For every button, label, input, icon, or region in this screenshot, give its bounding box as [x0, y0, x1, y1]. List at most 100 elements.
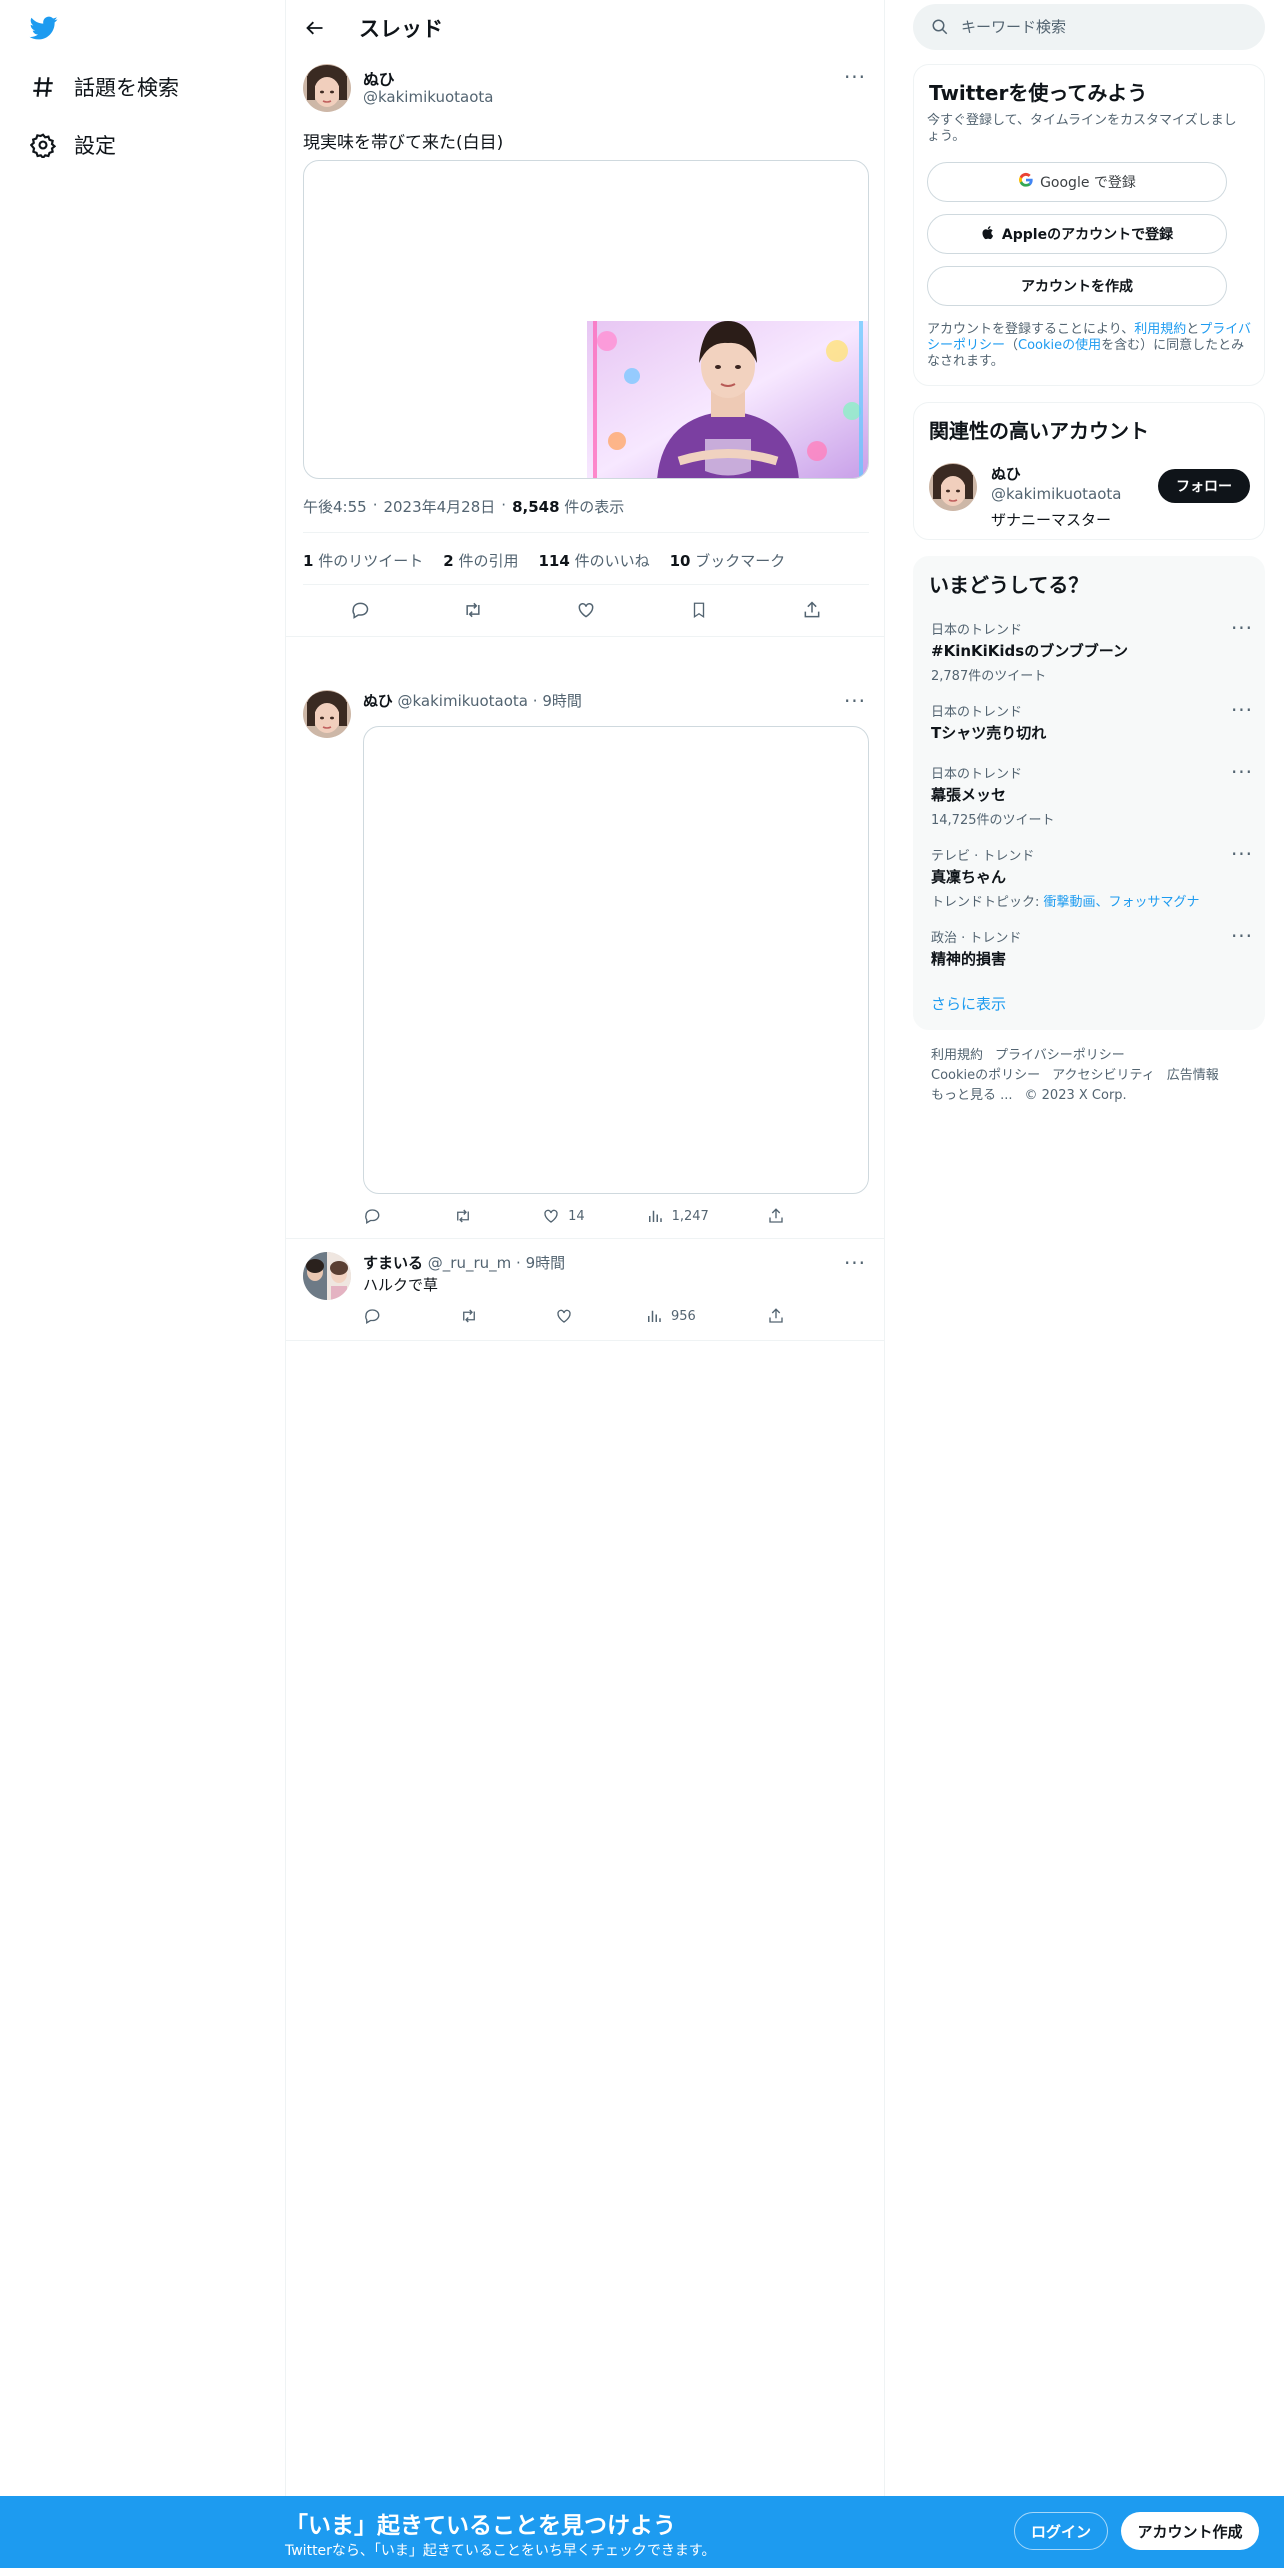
nav-item-explore[interactable]: 話題を検索 — [28, 67, 179, 107]
author-handle[interactable]: @kakimikuotaota — [363, 88, 493, 106]
footer-more-link[interactable]: もっと見る ... — [931, 1088, 1013, 1103]
thread-header: スレッド — [286, 0, 884, 54]
search-box[interactable] — [913, 4, 1265, 50]
create-account-button[interactable]: アカウントを作成 — [927, 266, 1227, 306]
reply-icon[interactable] — [363, 1207, 453, 1225]
trend-item[interactable]: 日本のトレンド #KinKiKidsのブンブブーン 2,787件のツイート ··… — [931, 616, 1252, 684]
trends-title: いまどうしてる？ — [929, 573, 1089, 597]
bottom-bar-title: 「いま」起きていることを見つけよう — [285, 2513, 676, 2539]
more-options-icon[interactable]: ··· — [1227, 757, 1257, 787]
footer-cookie-link[interactable]: Cookieのポリシー — [931, 1068, 1040, 1083]
views-button[interactable]: 1,247 — [646, 1207, 767, 1225]
related-account-handle[interactable]: @kakimikuotaota — [991, 485, 1121, 503]
divider — [303, 532, 869, 533]
divider — [286, 1238, 884, 1239]
more-options-icon[interactable]: ··· — [1227, 613, 1257, 643]
bookmarks-stat[interactable]: 10 ブックマーク — [670, 550, 786, 571]
reply-icon[interactable] — [343, 593, 377, 627]
reply-icon[interactable] — [363, 1307, 459, 1325]
like-icon[interactable] — [555, 1307, 645, 1325]
show-more-link[interactable]: さらに表示 — [931, 993, 1006, 1014]
twitter-logo-icon[interactable] — [28, 14, 64, 44]
retweet-icon[interactable] — [456, 593, 490, 627]
thread-column: スレッド ぬひ @kakimikuotaota ··· 現実味を帯びて来た(白目… — [285, 0, 885, 2496]
retweets-stat[interactable]: 1 件のリツイート — [303, 550, 423, 571]
footer-terms-link[interactable]: 利用規約 — [931, 1048, 983, 1063]
cookie-link[interactable]: Cookieの使用 — [1018, 338, 1101, 353]
more-options-icon[interactable]: ··· — [840, 62, 870, 92]
more-options-icon[interactable]: ··· — [840, 686, 870, 716]
back-arrow-icon[interactable] — [298, 11, 332, 45]
author-handle[interactable]: @_ru_ru_m — [428, 1254, 511, 1272]
login-button[interactable]: ログイン — [1014, 2512, 1108, 2550]
divider — [303, 584, 869, 585]
search-icon — [931, 18, 949, 36]
footer-privacy-link[interactable]: プライバシーポリシー — [995, 1048, 1125, 1063]
related-accounts-card: 関連性の高いアカウント ぬひ @kakimikuotaota ザナニーマスター … — [913, 402, 1265, 540]
google-icon — [1018, 172, 1034, 192]
google-signup-button[interactable]: Google で登録 — [927, 162, 1227, 202]
legal-notice: アカウントを登録することにより、利用規約とプライバシーポリシー（Cookieの使… — [927, 322, 1252, 369]
separator: · — [501, 496, 507, 514]
tweet-time[interactable]: 午後4:55 — [303, 496, 367, 517]
terms-link[interactable]: 利用規約 — [1134, 322, 1186, 337]
related-account-bio: ザナニーマスター — [991, 511, 1112, 529]
divider — [286, 1340, 884, 1341]
search-input[interactable] — [961, 18, 1241, 36]
reply-time[interactable]: 9時間 — [542, 692, 582, 710]
bookmark-icon[interactable] — [682, 593, 716, 627]
trend-item[interactable]: 日本のトレンド Tシャツ売り切れ ··· — [931, 698, 1252, 743]
avatar[interactable] — [303, 64, 351, 112]
left-navigation: 話題を検索 設定 — [0, 0, 285, 2496]
nav-item-settings[interactable]: 設定 — [28, 125, 116, 165]
apple-icon — [981, 224, 996, 245]
avatar[interactable] — [303, 690, 351, 738]
avatar[interactable] — [929, 463, 977, 511]
views-icon — [648, 1210, 662, 1222]
follow-button[interactable]: フォロー — [1158, 469, 1250, 503]
author-name[interactable]: ぬひ — [363, 66, 395, 90]
footer-ads-link[interactable]: 広告情報 — [1167, 1068, 1219, 1083]
footer-accessibility-link[interactable]: アクセシビリティ — [1052, 1068, 1155, 1083]
more-options-icon[interactable]: ··· — [840, 1248, 870, 1278]
trend-item[interactable]: テレビ · トレンド 真凜ちゃん トレンドトピック: 衝撃動画、フォッサマグナ … — [931, 842, 1252, 910]
more-options-icon[interactable]: ··· — [1227, 839, 1257, 869]
author-name[interactable]: すまいる — [363, 1254, 423, 1272]
separator: · — [372, 496, 378, 514]
signup-button[interactable]: アカウント作成 — [1121, 2512, 1259, 2550]
tweet-media[interactable] — [303, 160, 869, 479]
like-icon[interactable] — [569, 593, 603, 627]
views-button[interactable]: 956 — [645, 1307, 767, 1325]
hashtag-icon — [28, 72, 58, 102]
quotes-stat[interactable]: 2 件の引用 — [443, 550, 518, 571]
retweet-icon[interactable] — [459, 1307, 555, 1325]
share-icon[interactable] — [767, 1207, 793, 1225]
tweet-photo[interactable] — [587, 321, 868, 478]
more-options-icon[interactable]: ··· — [1227, 695, 1257, 725]
views-label: 件の表示 — [564, 498, 625, 516]
retweet-icon[interactable] — [453, 1207, 543, 1225]
reply-header: ぬひ @kakimikuotaota · 9時間 — [363, 690, 582, 711]
likes-stat[interactable]: 114 件のいいね — [538, 550, 649, 571]
apple-signup-button[interactable]: Appleのアカウントで登録 — [927, 214, 1227, 254]
avatar[interactable] — [303, 1252, 351, 1300]
author-name[interactable]: ぬひ — [363, 692, 393, 710]
trend-topic-links[interactable]: 衝撃動画、フォッサマグナ — [1044, 895, 1200, 910]
like-button[interactable]: 14 — [542, 1207, 645, 1225]
signup-card: Twitterを使ってみよう 今すぐ登録して、タイムラインをカスタマイズしましょ… — [913, 64, 1265, 386]
trend-item[interactable]: 日本のトレンド 幕張メッセ 14,725件のツイート ··· — [931, 760, 1252, 828]
tweet-stats: 1 件のリツイート 2 件の引用 114 件のいいね 10 ブックマーク — [303, 550, 785, 571]
tweet-date[interactable]: 2023年4月28日 — [383, 496, 495, 517]
views-count: 8,548 — [512, 498, 560, 516]
author-handle[interactable]: @kakimikuotaota — [397, 692, 527, 710]
views-count: 956 — [671, 1308, 696, 1324]
share-icon[interactable] — [795, 593, 829, 627]
more-options-icon[interactable]: ··· — [1227, 921, 1257, 951]
bottom-bar-subtitle: Twitterなら、「いま」起きていることをいち早くチェックできます。 — [285, 2543, 716, 2559]
tweet-media[interactable] — [363, 726, 869, 1194]
trends-card: いまどうしてる？ 日本のトレンド #KinKiKidsのブンブブーン 2,787… — [913, 556, 1265, 1030]
share-icon[interactable] — [767, 1307, 793, 1325]
related-account-name[interactable]: ぬひ — [991, 463, 1021, 484]
trend-item[interactable]: 政治 · トレンド 精神的損害 ··· — [931, 924, 1252, 969]
reply-time[interactable]: 9時間 — [526, 1254, 566, 1272]
